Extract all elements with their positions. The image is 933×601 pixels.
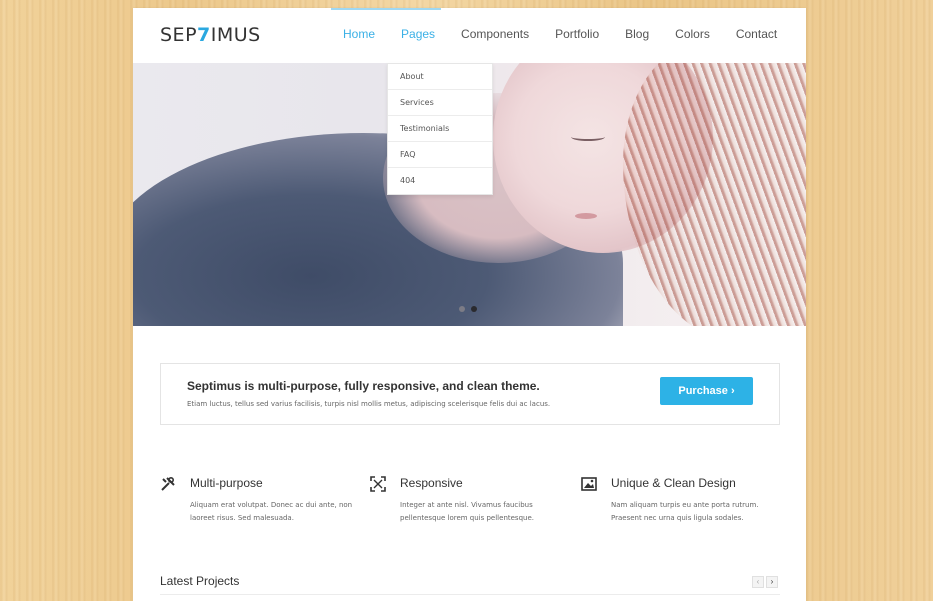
site-logo[interactable]: SEP7IMUS [160,24,261,46]
dropdown-item-about[interactable]: About [388,64,492,90]
dropdown-item-faq[interactable]: FAQ [388,142,492,168]
expand-icon [370,476,386,492]
feature-title: Unique & Clean Design [611,476,736,490]
purchase-button[interactable]: Purchase › [660,377,753,405]
logo-suffix: IMUS [210,24,261,46]
slider-dot-2[interactable] [471,306,477,312]
dropdown-item-services[interactable]: Services [388,90,492,116]
feature-text: Aliquam erat volutpat. Donec ac dui ante… [190,501,353,522]
nav-blog[interactable]: Blog [625,27,649,41]
carousel-arrows: ‹ › [752,576,778,588]
nav-colors[interactable]: Colors [675,27,710,41]
feature-text: Nam aliquam turpis eu ante porta rutrum.… [611,501,759,522]
callout-box: Septimus is multi-purpose, fully respons… [160,363,780,425]
feature-title: Multi-purpose [190,476,263,490]
prev-arrow-icon[interactable]: ‹ [752,576,764,588]
dropdown-item-404[interactable]: 404 [388,168,492,194]
nav-portfolio[interactable]: Portfolio [555,27,599,41]
hero-photo-eye [571,133,605,141]
dropdown-item-testimonials[interactable]: Testimonials [388,116,492,142]
nav-contact[interactable]: Contact [736,27,777,41]
image-icon [581,476,597,492]
website-page: SEP7IMUS Home Pages Components Portfolio… [133,8,806,601]
hero-photo-hair [623,63,806,326]
nav-active-indicator [331,8,441,10]
tools-icon [160,476,176,492]
nav-home[interactable]: Home [343,27,375,41]
slider-dots [459,306,477,312]
callout-title: Septimus is multi-purpose, fully respons… [187,379,540,393]
logo-seven: 7 [197,24,211,46]
main-nav: Home Pages Components Portfolio Blog Col… [343,27,803,41]
nav-pages[interactable]: Pages [401,27,435,41]
feature-text: Integer at ante nisl. Vivamus faucibus p… [400,501,534,522]
hero-photo-lips [575,213,597,219]
latest-projects-divider [160,594,780,595]
pages-dropdown-menu: About Services Testimonials FAQ 404 [387,63,493,195]
slider-dot-1[interactable] [459,306,465,312]
callout-text: Etiam luctus, tellus sed varius facilisi… [187,400,551,408]
next-arrow-icon[interactable]: › [766,576,778,588]
site-header: SEP7IMUS Home Pages Components Portfolio… [133,8,806,63]
logo-prefix: SEP [160,24,198,46]
nav-components[interactable]: Components [461,27,529,41]
feature-title: Responsive [400,476,463,490]
latest-projects-title: Latest Projects [160,574,240,588]
